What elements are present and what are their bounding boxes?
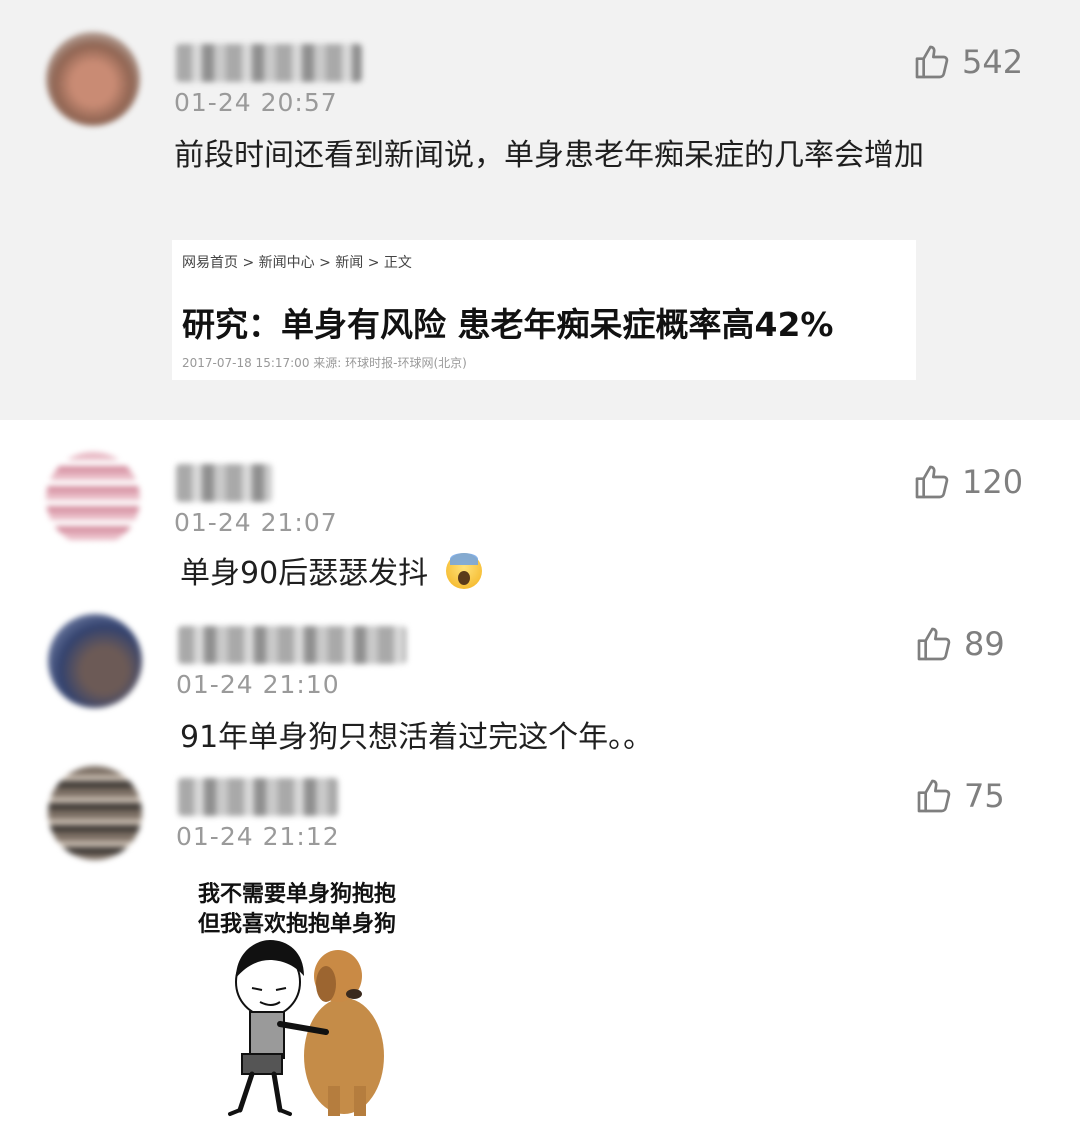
username-blurred[interactable] [176,44,362,82]
thumbs-up-icon [915,465,949,499]
thumbs-up-icon [917,779,951,813]
like-count: 120 [962,463,1024,501]
like-button[interactable]: 542 [912,42,1023,82]
like-count: 75 [964,777,1005,815]
comment-time: 01-24 21:12 [176,822,340,851]
thumbs-up-icon [915,45,949,79]
meme-illustration [228,940,384,1116]
comment-item: 01-24 20:57 542 前段时间还看到新闻说，单身患老年痴呆症的几率会增… [0,0,1080,420]
avatar[interactable] [46,32,140,126]
news-headline: 研究：单身有风险 患老年痴呆症概率高42% [182,305,834,344]
username-blurred[interactable] [176,464,272,502]
comment-time: 01-24 20:57 [174,88,338,117]
news-meta: 2017-07-18 15:17:00 来源: 环球时报-环球网(北京) [182,356,467,370]
like-button[interactable]: 75 [914,776,1005,816]
avatar[interactable] [46,452,140,546]
comment-item: 01-24 21:12 75 [0,750,1080,1140]
comment-item: 01-24 21:07 120 单身90后瑟瑟发抖 [0,420,1080,591]
comment-text: 前段时间还看到新闻说，单身患老年痴呆症的几率会增加 [174,138,924,173]
like-button[interactable]: 120 [912,462,1023,502]
comment-time: 01-24 21:07 [174,508,338,537]
comment-time: 01-24 21:10 [176,670,340,699]
avatar[interactable] [48,614,142,708]
news-breadcrumb: 网易首页 > 新闻中心 > 新闻 > 正文 [182,255,412,271]
username-blurred[interactable] [178,626,406,664]
meme-image[interactable]: 我不需要单身狗抱抱 但我喜欢抱抱单身狗 [176,866,432,1122]
face-screaming-in-fear-emoji [446,553,483,589]
like-count: 89 [964,625,1005,663]
thumbs-up-icon [917,627,951,661]
news-screenshot-card[interactable]: 网易首页 > 新闻中心 > 新闻 > 正文 研究：单身有风险 患老年痴呆症概率高… [172,240,916,380]
like-count: 542 [962,43,1024,81]
avatar[interactable] [48,766,142,860]
username-blurred[interactable] [178,778,338,816]
comment-text: 单身90后瑟瑟发抖 [180,556,429,591]
like-button[interactable]: 89 [914,624,1005,664]
comment-item: 01-24 21:10 89 91年单身狗只想活着过完这个年。。 [0,590,1080,755]
